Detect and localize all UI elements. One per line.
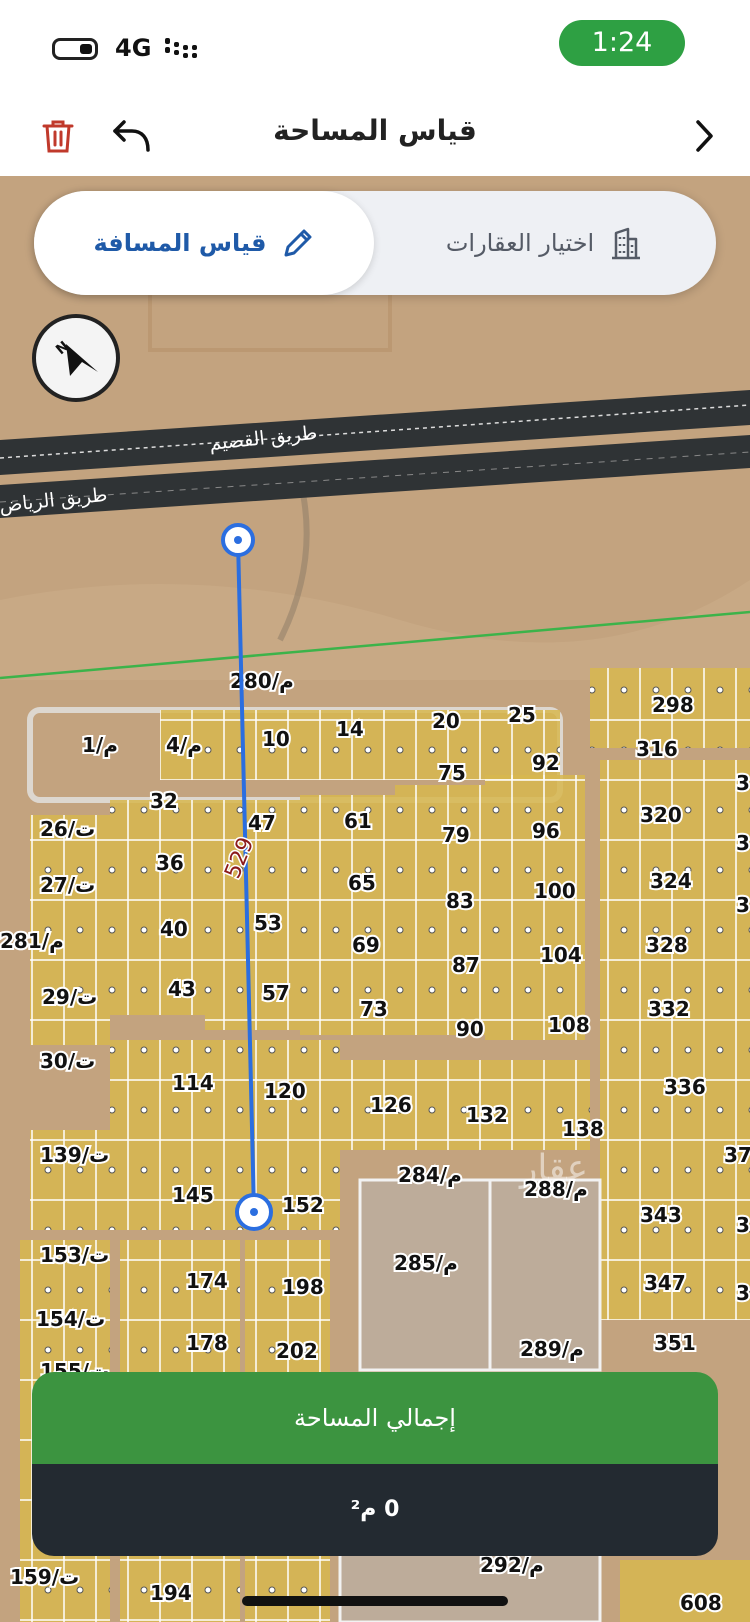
lot-label[interactable]: 3 <box>734 891 750 919</box>
lot-label[interactable]: 100 <box>532 877 578 905</box>
lot-label[interactable]: 43 <box>166 975 198 1003</box>
lot-label[interactable]: 57 <box>260 979 292 1007</box>
lot-label[interactable]: 10 <box>260 725 292 753</box>
back-button[interactable] <box>676 108 732 164</box>
lot-label[interactable]: 30/ت <box>38 1047 97 1075</box>
lot-label[interactable]: 320 <box>638 801 684 829</box>
lot-label[interactable]: 3 <box>734 829 750 857</box>
lot-label[interactable]: 153/ت <box>38 1241 111 1269</box>
lot-label[interactable]: 83 <box>444 887 476 915</box>
lot-label[interactable]: 3 <box>734 1211 750 1239</box>
lot-label[interactable]: 316 <box>634 735 680 763</box>
lot-label[interactable]: 139/ت <box>38 1141 111 1169</box>
lot-label[interactable]: 145 <box>170 1181 216 1209</box>
pencil-icon <box>284 229 312 257</box>
lot-label[interactable]: 53 <box>252 909 284 937</box>
network-type: 4G <box>115 34 152 62</box>
total-area-value: 0 م² <box>32 1464 718 1556</box>
battery-icon <box>52 38 98 60</box>
lot-label[interactable]: 26/ت <box>38 815 97 843</box>
lot-label[interactable]: 284/م <box>396 1161 464 1189</box>
lot-label[interactable]: 292/م <box>478 1551 546 1579</box>
compass-icon: N <box>53 338 98 376</box>
lot-label[interactable]: 126 <box>368 1091 414 1119</box>
chevron-right-icon <box>696 120 713 152</box>
lot-label[interactable]: 79 <box>440 821 472 849</box>
lot-label[interactable]: 343 <box>638 1201 684 1229</box>
lot-label[interactable]: 288/م <box>522 1175 590 1203</box>
lot-label[interactable]: 32 <box>148 787 180 815</box>
signal-icon <box>165 38 197 58</box>
lot-label[interactable]: 351 <box>652 1329 698 1357</box>
home-indicator <box>242 1596 508 1606</box>
page-title: قياس المساحة <box>273 114 477 147</box>
lot-label[interactable]: 347 <box>642 1269 688 1297</box>
lot-label[interactable]: 152 <box>280 1191 326 1219</box>
lot-label[interactable]: 285/م <box>392 1249 460 1277</box>
total-area-header: إجمالي المساحة <box>32 1372 718 1464</box>
lot-label[interactable]: 47 <box>246 809 278 837</box>
app-bar: قياس المساحة <box>0 96 750 176</box>
building-icon <box>612 227 641 260</box>
lot-label[interactable]: 336 <box>662 1073 708 1101</box>
lot-label[interactable]: 37 <box>722 1141 750 1169</box>
lot-label[interactable]: 92 <box>530 749 562 777</box>
mode-toggle: قياس المسافة اختيار العقارات <box>34 191 716 295</box>
compass-button[interactable]: N <box>32 314 120 402</box>
lot-label[interactable]: 120 <box>262 1077 308 1105</box>
lot-label[interactable]: 61 <box>342 807 374 835</box>
lot-label[interactable]: 65 <box>346 869 378 897</box>
lot-label[interactable]: 96 <box>530 817 562 845</box>
lot-label[interactable]: 108 <box>546 1011 592 1039</box>
lot-label[interactable]: 154/ت <box>34 1305 107 1333</box>
lot-label[interactable]: 87 <box>450 951 482 979</box>
lot-label[interactable]: 36 <box>154 849 186 877</box>
lot-label[interactable]: 73 <box>358 995 390 1023</box>
lot-label[interactable]: 132 <box>464 1101 510 1129</box>
time-indicator: 1:24 <box>559 20 685 66</box>
lot-label[interactable]: 138 <box>560 1115 606 1143</box>
lot-label[interactable]: 202 <box>274 1337 320 1365</box>
lot-label[interactable]: 324 <box>648 867 694 895</box>
lot-label[interactable]: 281/م <box>0 927 66 955</box>
status-bar: 4G 1:24 <box>0 0 750 96</box>
lot-label[interactable]: 332 <box>646 995 692 1023</box>
lot-label[interactable]: 14 <box>334 715 366 743</box>
lot-label[interactable]: 69 <box>350 931 382 959</box>
lot-label[interactable]: 174 <box>184 1267 230 1295</box>
lot-label[interactable]: 114 <box>170 1069 216 1097</box>
lot-label[interactable]: 90 <box>454 1015 486 1043</box>
lot-label[interactable]: 25 <box>506 701 538 729</box>
measure-distance-label: قياس المسافة <box>93 229 267 257</box>
select-properties-label: اختيار العقارات <box>445 229 595 257</box>
lot-label[interactable]: 75 <box>436 759 468 787</box>
measure-distance-tab[interactable]: قياس المسافة <box>34 191 374 295</box>
lot-label[interactable]: 1/م <box>80 731 120 759</box>
lot-label[interactable]: 40 <box>158 915 190 943</box>
lot-label[interactable]: 159/ت <box>8 1563 81 1591</box>
lot-label[interactable]: 178 <box>184 1329 230 1357</box>
lot-label[interactable]: 198 <box>280 1273 326 1301</box>
lot-label[interactable]: 194 <box>148 1579 194 1607</box>
lot-label[interactable]: 29/ت <box>40 983 99 1011</box>
lot-label[interactable]: 289/م <box>518 1335 586 1363</box>
select-properties-tab[interactable]: اختيار العقارات <box>374 191 716 295</box>
lot-label[interactable]: 4/م <box>164 731 204 759</box>
lot-label[interactable]: 3 <box>734 769 750 797</box>
lot-label[interactable]: 328 <box>644 931 690 959</box>
lot-label[interactable]: 3 <box>734 1279 750 1307</box>
lot-label[interactable]: 104 <box>538 941 584 969</box>
lot-label[interactable]: 20 <box>430 707 462 735</box>
lot-label[interactable]: 608 <box>678 1589 724 1617</box>
lot-label[interactable]: 298 <box>650 691 696 719</box>
lot-label[interactable]: 27/ت <box>38 871 97 899</box>
